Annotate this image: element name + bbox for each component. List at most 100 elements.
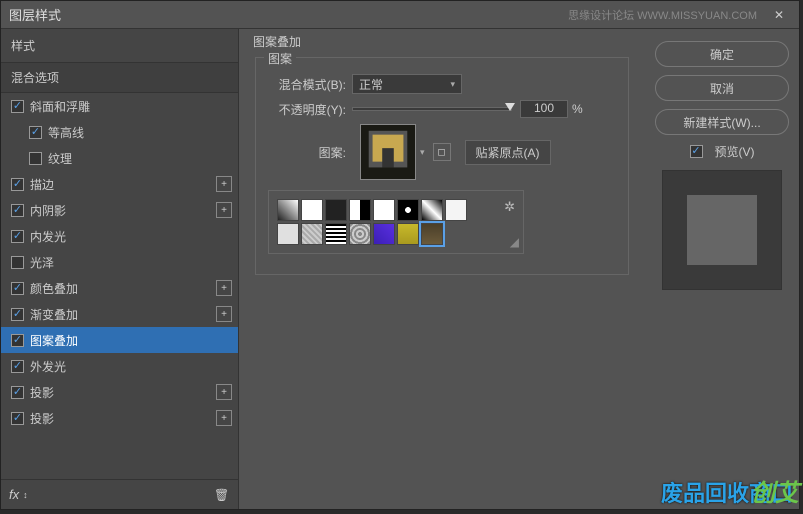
pattern-swatch[interactable] — [397, 199, 419, 221]
style-label: 内阴影 — [30, 202, 212, 219]
style-label: 斜面和浮雕 — [30, 98, 232, 115]
style-checkbox[interactable] — [11, 230, 24, 243]
style-checkbox[interactable] — [11, 204, 24, 217]
add-effect-icon[interactable]: + — [216, 384, 232, 400]
style-label: 纹理 — [48, 150, 232, 167]
style-item-9[interactable]: 图案叠加 — [1, 327, 238, 353]
blend-mode-select[interactable]: 正常 ▾ — [352, 74, 462, 94]
pattern-swatch[interactable] — [373, 223, 395, 245]
layer-style-dialog: 图层样式 思缘设计论坛 WWW.MISSYUAN.COM ✕ 样式 混合选项 斜… — [0, 0, 800, 510]
style-item-4[interactable]: 内阴影+ — [1, 197, 238, 223]
style-label: 内发光 — [30, 228, 232, 245]
style-checkbox[interactable] — [11, 282, 24, 295]
resize-handle-icon[interactable]: ◢ — [510, 235, 519, 249]
style-item-12[interactable]: 投影+ — [1, 405, 238, 431]
dialog-title: 图层样式 — [9, 5, 568, 24]
styles-header[interactable]: 样式 — [1, 29, 238, 62]
effects-sidebar: 样式 混合选项 斜面和浮雕等高线纹理描边+内阴影+内发光光泽颜色叠加+渐变叠加+… — [1, 29, 239, 509]
pattern-swatch[interactable] — [421, 223, 443, 245]
add-effect-icon[interactable]: + — [216, 280, 232, 296]
style-checkbox[interactable] — [11, 100, 24, 113]
pattern-swatch[interactable] — [349, 223, 371, 245]
style-item-0[interactable]: 斜面和浮雕 — [1, 93, 238, 119]
pattern-swatch[interactable] — [277, 199, 299, 221]
style-checkbox[interactable] — [11, 178, 24, 191]
style-item-3[interactable]: 描边+ — [1, 171, 238, 197]
style-checkbox[interactable] — [11, 308, 24, 321]
add-effect-icon[interactable]: + — [216, 306, 232, 322]
new-pattern-icon[interactable]: ◻ — [433, 143, 451, 161]
pattern-swatch[interactable] — [445, 199, 467, 221]
style-item-7[interactable]: 颜色叠加+ — [1, 275, 238, 301]
style-checkbox[interactable] — [11, 386, 24, 399]
pattern-swatch[interactable] — [325, 199, 347, 221]
style-label: 等高线 — [48, 124, 232, 141]
style-checkbox[interactable] — [11, 412, 24, 425]
style-item-11[interactable]: 投影+ — [1, 379, 238, 405]
snap-origin-button[interactable]: 贴紧原点(A) — [465, 140, 551, 165]
gear-icon[interactable]: ✲ — [504, 199, 515, 215]
pattern-swatch[interactable] — [301, 223, 323, 245]
style-item-8[interactable]: 渐变叠加+ — [1, 301, 238, 327]
opacity-unit: % — [572, 102, 583, 116]
pattern-swatch[interactable] — [349, 199, 371, 221]
pattern-group-title: 图案 — [264, 50, 296, 67]
pattern-group: 图案 混合模式(B): 正常 ▾ 不透明度(Y): 100 % 图案: — [255, 57, 629, 275]
action-panel: 确定 取消 新建样式(W)... 预览(V) — [645, 29, 799, 509]
titlebar: 图层样式 思缘设计论坛 WWW.MISSYUAN.COM ✕ — [1, 1, 799, 29]
style-label: 投影 — [30, 384, 212, 401]
fx-menu-arrows[interactable]: ↕ — [23, 490, 28, 500]
pattern-dropdown-icon[interactable]: ▾ — [420, 147, 425, 158]
preview-swatch — [687, 195, 757, 265]
watermark-text: 思缘设计论坛 WWW.MISSYUAN.COM — [568, 7, 757, 23]
style-label: 光泽 — [30, 254, 232, 271]
pattern-preview[interactable] — [360, 124, 416, 180]
blend-mode-label: 混合模式(B): — [268, 76, 346, 93]
style-checkbox[interactable] — [11, 334, 24, 347]
style-label: 外发光 — [30, 358, 232, 375]
pattern-swatch[interactable] — [301, 199, 323, 221]
new-style-button[interactable]: 新建样式(W)... — [655, 109, 789, 135]
blend-options-header[interactable]: 混合选项 — [1, 62, 238, 93]
preview-label: 预览(V) — [715, 143, 755, 160]
style-checkbox[interactable] — [29, 126, 42, 139]
pattern-swatch[interactable] — [421, 199, 443, 221]
swatch-grid — [277, 199, 477, 245]
preview-toggle[interactable]: 预览(V) — [655, 143, 789, 160]
pattern-swatch[interactable] — [277, 223, 299, 245]
ok-button[interactable]: 确定 — [655, 41, 789, 67]
style-item-5[interactable]: 内发光 — [1, 223, 238, 249]
style-checkbox[interactable] — [11, 360, 24, 373]
dialog-body: 样式 混合选项 斜面和浮雕等高线纹理描边+内阴影+内发光光泽颜色叠加+渐变叠加+… — [1, 29, 799, 509]
style-checkbox[interactable] — [11, 256, 24, 269]
pattern-swatch[interactable] — [397, 223, 419, 245]
close-icon[interactable]: ✕ — [767, 8, 791, 22]
style-item-6[interactable]: 光泽 — [1, 249, 238, 275]
opacity-input[interactable]: 100 — [520, 100, 568, 118]
preview-checkbox[interactable] — [690, 145, 703, 158]
style-label: 渐变叠加 — [30, 306, 212, 323]
pattern-swatch[interactable] — [373, 199, 395, 221]
cancel-button[interactable]: 取消 — [655, 75, 789, 101]
chevron-down-icon: ▾ — [450, 79, 455, 90]
pattern-picker: ✲ ◢ — [268, 190, 524, 254]
slider-thumb-icon[interactable] — [505, 103, 515, 111]
style-checkbox[interactable] — [29, 152, 42, 165]
style-item-1[interactable]: 等高线 — [1, 119, 238, 145]
style-label: 颜色叠加 — [30, 280, 212, 297]
fx-icon[interactable]: fx — [9, 487, 19, 502]
opacity-label: 不透明度(Y): — [268, 101, 346, 118]
pattern-swatch[interactable] — [325, 223, 347, 245]
pattern-label: 图案: — [268, 144, 346, 161]
opacity-slider[interactable] — [352, 107, 512, 111]
add-effect-icon[interactable]: + — [216, 202, 232, 218]
style-label: 图案叠加 — [30, 332, 232, 349]
add-effect-icon[interactable]: + — [216, 176, 232, 192]
style-item-10[interactable]: 外发光 — [1, 353, 238, 379]
trash-icon[interactable]: 🗑 — [214, 488, 230, 502]
style-item-2[interactable]: 纹理 — [1, 145, 238, 171]
style-list: 斜面和浮雕等高线纹理描边+内阴影+内发光光泽颜色叠加+渐变叠加+图案叠加外发光投… — [1, 93, 238, 479]
style-label: 投影 — [30, 410, 212, 427]
add-effect-icon[interactable]: + — [216, 410, 232, 426]
blend-mode-value: 正常 — [359, 76, 450, 93]
